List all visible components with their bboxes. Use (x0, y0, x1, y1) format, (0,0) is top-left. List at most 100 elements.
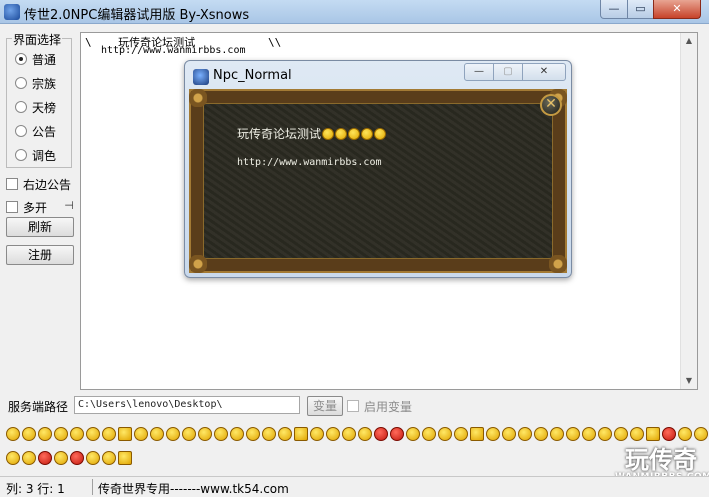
emoji-button[interactable] (86, 427, 100, 441)
enable-variable-checkbox[interactable]: 启用变量 (347, 398, 412, 414)
emoji-button[interactable] (214, 427, 228, 441)
emoji-button[interactable] (518, 427, 532, 441)
npc-text: 玩传奇论坛测试 (237, 127, 322, 141)
emoji-button[interactable] (118, 451, 132, 465)
emoji-button[interactable] (86, 451, 100, 465)
pin-icon[interactable]: ⊣ (62, 199, 76, 213)
emoji-button[interactable] (6, 427, 20, 441)
npc-text-line-2: http://www.wanmirbbs.com (237, 157, 382, 168)
emoji-button[interactable] (310, 427, 324, 441)
radio-dot-icon (15, 53, 27, 65)
emoji-button[interactable] (598, 427, 612, 441)
npc-minimize-button[interactable]: — (464, 63, 494, 81)
emoji-button[interactable] (630, 427, 644, 441)
emoji-button[interactable] (278, 427, 292, 441)
emoji-button[interactable] (70, 451, 84, 465)
smiley-icon (322, 128, 335, 140)
emoji-button[interactable] (326, 427, 340, 441)
frame-corner-ornament (189, 255, 207, 273)
emoji-button[interactable] (534, 427, 548, 441)
npc-dialog-close-icon[interactable]: ✕ (540, 94, 562, 116)
emoji-button[interactable] (694, 427, 708, 441)
smiley-icon (335, 128, 348, 140)
maximize-button[interactable]: ▭ (627, 0, 654, 19)
scroll-down-icon[interactable]: ▼ (681, 373, 697, 389)
npc-preview-window[interactable]: Npc_Normal — ▢ ✕ ✕ 玩传奇论坛测试 http://www.wa… (184, 60, 572, 278)
emoji-button[interactable] (182, 427, 196, 441)
emoji-button[interactable] (422, 427, 436, 441)
emoji-button[interactable] (22, 451, 36, 465)
emoji-button[interactable] (294, 427, 308, 441)
checkbox-label: 多开 (23, 200, 48, 215)
emoji-button[interactable] (662, 427, 676, 441)
emoji-button[interactable] (486, 427, 500, 441)
server-path-input[interactable]: C:\Users\lenovo\Desktop\ (74, 396, 300, 414)
checkbox-label: 右边公告 (23, 177, 72, 192)
interface-select-label: 界面选择 (12, 31, 63, 48)
register-button[interactable]: 注册 (6, 245, 74, 265)
emoji-button[interactable] (230, 427, 244, 441)
emoji-button[interactable] (502, 427, 516, 441)
radio-color[interactable]: 调色 (15, 147, 56, 163)
radio-normal[interactable]: 普通 (15, 51, 56, 67)
editor-scrollbar[interactable]: ▲ ▼ (680, 33, 697, 389)
smiley-icon (348, 128, 361, 140)
right-notice-checkbox[interactable]: 右边公告 (6, 176, 71, 192)
emoji-button[interactable] (678, 427, 692, 441)
refresh-button[interactable]: 刷新 (6, 217, 74, 237)
emoji-button[interactable] (438, 427, 452, 441)
emoji-button[interactable] (582, 427, 596, 441)
emoji-button[interactable] (614, 427, 628, 441)
emoji-button[interactable] (246, 427, 260, 441)
npc-dialog-frame: ✕ 玩传奇论坛测试 http://www.wanmirbbs.com (189, 89, 567, 273)
emoji-button[interactable] (118, 427, 132, 441)
emoji-button[interactable] (102, 427, 116, 441)
scroll-up-icon[interactable]: ▲ (681, 33, 697, 49)
status-separator (92, 479, 93, 495)
minimize-button[interactable]: — (600, 0, 628, 19)
frame-corner-ornament (189, 89, 207, 107)
emoji-button[interactable] (406, 427, 420, 441)
multi-open-checkbox[interactable]: 多开 (6, 199, 47, 215)
radio-dot-icon (15, 101, 27, 113)
npc-close-button[interactable]: ✕ (522, 63, 566, 81)
emoji-button[interactable] (54, 451, 68, 465)
emoji-button[interactable] (550, 427, 564, 441)
emoji-button[interactable] (470, 427, 484, 441)
radio-ranking[interactable]: 天榜 (15, 99, 56, 115)
checkbox-box (347, 400, 359, 412)
emoji-button[interactable] (6, 451, 20, 465)
radio-dot-icon (15, 77, 27, 89)
editor-line-2: http://www.wanmirbbs.com (101, 45, 246, 56)
emoji-button[interactable] (166, 427, 180, 441)
emoji-button[interactable] (374, 427, 388, 441)
emoji-button[interactable] (262, 427, 276, 441)
frame-corner-ornament (549, 255, 567, 273)
emoji-button[interactable] (70, 427, 84, 441)
emoji-toolbar-row-1 (6, 427, 708, 441)
emoji-button[interactable] (358, 427, 372, 441)
emoji-button[interactable] (102, 451, 116, 465)
radio-notice[interactable]: 公告 (15, 123, 56, 139)
cursor-position: 列: 3 行: 1 (6, 482, 65, 496)
emoji-button[interactable] (390, 427, 404, 441)
npc-text-line-1: 玩传奇论坛测试 (237, 125, 387, 142)
title-bar: 传世2.0NPC编辑器试用版 By-Xsnows — ▭ ✕ (0, 0, 709, 24)
emoji-button[interactable] (198, 427, 212, 441)
emoji-button[interactable] (38, 427, 52, 441)
emoji-button[interactable] (54, 427, 68, 441)
emoji-button[interactable] (342, 427, 356, 441)
emoji-button[interactable] (38, 451, 52, 465)
emoji-button[interactable] (566, 427, 580, 441)
emoji-button[interactable] (150, 427, 164, 441)
radio-clan[interactable]: 宗族 (15, 75, 56, 91)
emoji-button[interactable] (646, 427, 660, 441)
npc-maximize-button[interactable]: ▢ (493, 63, 523, 81)
variable-button[interactable]: 变量 (307, 396, 343, 416)
emoji-button[interactable] (22, 427, 36, 441)
close-button[interactable]: ✕ (653, 0, 701, 19)
radio-label: 公告 (32, 124, 57, 139)
checkbox-label: 启用变量 (364, 399, 413, 414)
emoji-button[interactable] (134, 427, 148, 441)
emoji-button[interactable] (454, 427, 468, 441)
